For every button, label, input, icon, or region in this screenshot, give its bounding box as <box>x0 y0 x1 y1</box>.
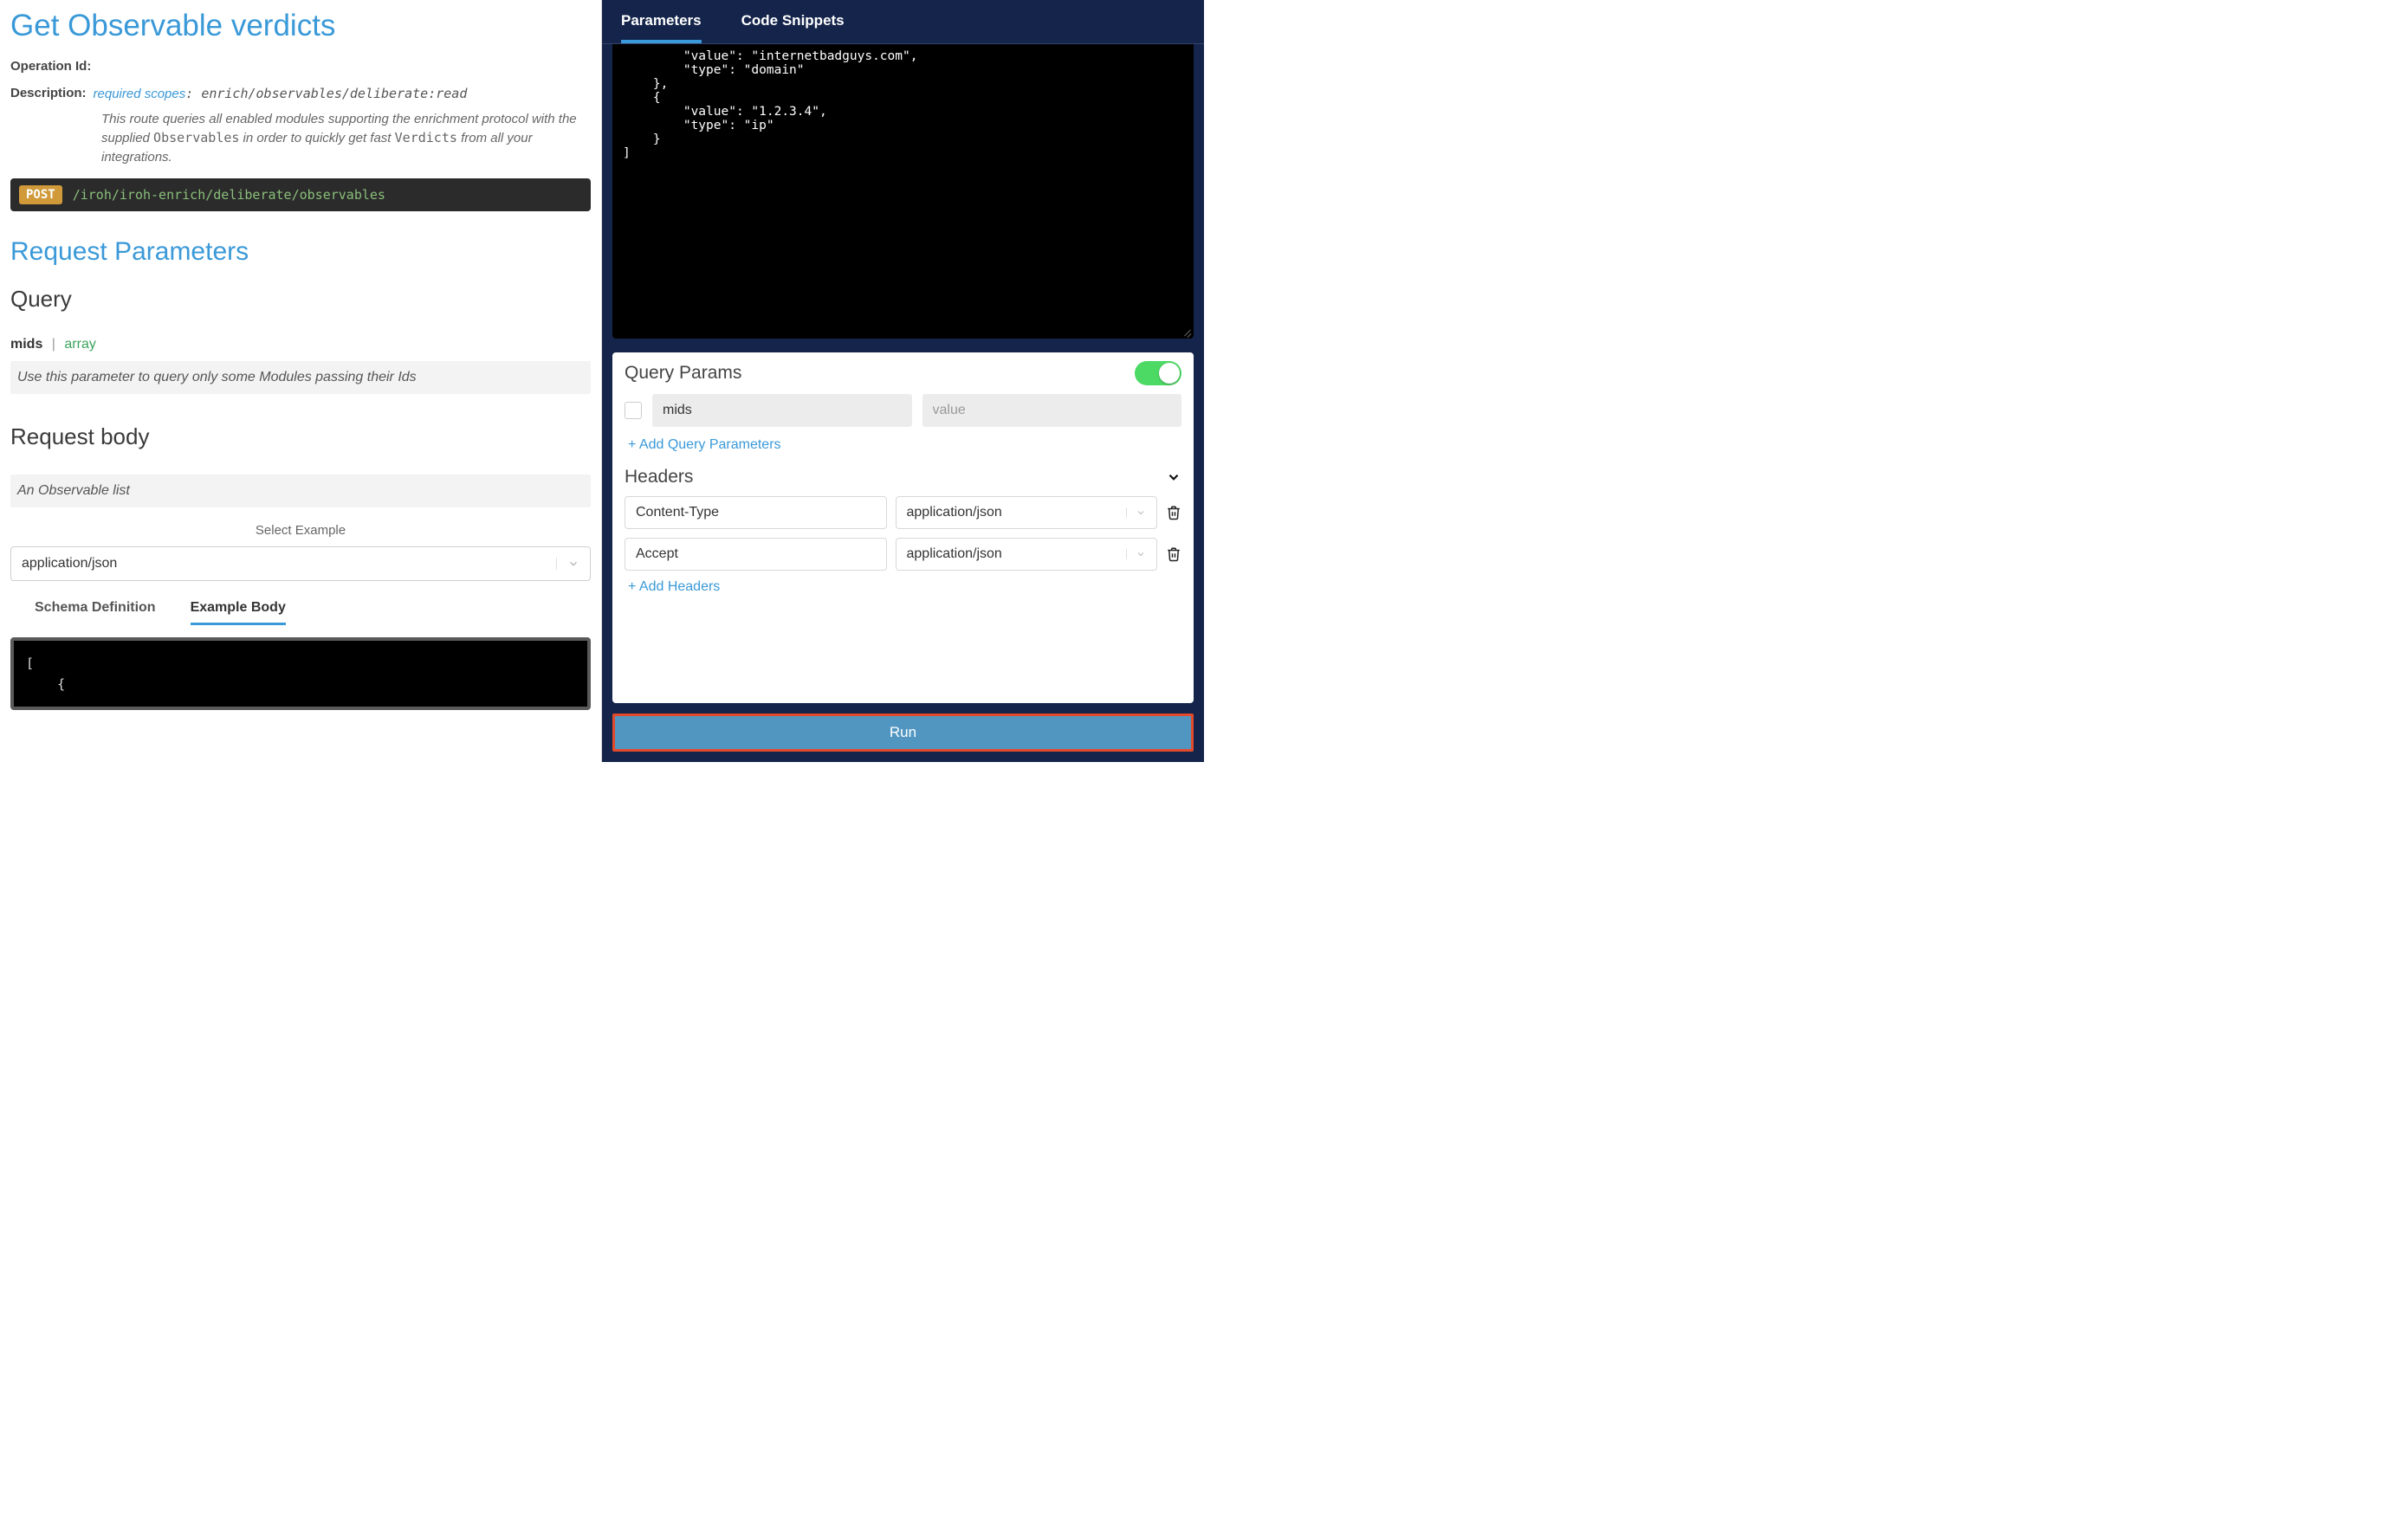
header-name-input[interactable] <box>625 496 887 529</box>
param-type: array <box>64 337 95 352</box>
tab-parameters[interactable]: Parameters <box>621 12 702 43</box>
trash-icon[interactable] <box>1166 546 1181 562</box>
header-name-input[interactable] <box>625 538 887 571</box>
query-param-value-input[interactable] <box>922 394 1182 427</box>
description-label: Description: <box>10 86 87 101</box>
scopes-prefix: required scopes <box>94 87 186 101</box>
page-title: Get Observable verdicts <box>10 9 591 43</box>
scopes-value: enrich/observables/deliberate:read <box>201 86 467 101</box>
tab-code-snippets[interactable]: Code Snippets <box>741 12 845 43</box>
param-line: mids | array <box>10 337 591 352</box>
query-param-checkbox[interactable] <box>625 402 642 419</box>
endpoint-bar: POST /iroh/iroh-enrich/deliberate/observ… <box>10 178 591 211</box>
body-tabs: Schema Definition Example Body <box>10 600 591 625</box>
param-name: mids <box>10 337 42 352</box>
run-button[interactable]: Run <box>612 714 1194 752</box>
right-tabs: Parameters Code Snippets <box>602 0 1204 44</box>
doc-pane: Get Observable verdicts Operation Id: De… <box>0 0 602 762</box>
header-value-select[interactable]: application/json <box>896 496 1158 529</box>
header-value-select[interactable]: application/json <box>896 538 1158 571</box>
request-parameters-heading: Request Parameters <box>10 237 591 267</box>
chevron-down-icon[interactable] <box>1166 469 1181 485</box>
operation-id-label: Operation Id: <box>10 59 591 74</box>
chevron-down-icon <box>1126 507 1146 518</box>
query-params-heading: Query Params <box>625 363 741 384</box>
headers-heading: Headers <box>625 467 693 488</box>
add-header-link[interactable]: + Add Headers <box>628 579 1181 595</box>
try-it-pane: Parameters Code Snippets "value": "inter… <box>602 0 1204 762</box>
request-body-heading: Request body <box>10 423 591 450</box>
header-row: application/json <box>625 538 1181 571</box>
example-body-code: [ { <box>10 637 591 710</box>
endpoint-path: /iroh/iroh-enrich/deliberate/observables <box>73 187 385 203</box>
query-param-name-input[interactable] <box>652 394 912 427</box>
chevron-down-icon <box>556 558 579 570</box>
header-row: application/json <box>625 496 1181 529</box>
trash-icon[interactable] <box>1166 505 1181 520</box>
params-panel: Query Params + Add Query Parameters Head… <box>612 352 1194 703</box>
chevron-down-icon <box>1126 549 1146 559</box>
header-value: application/json <box>907 505 1002 520</box>
body-editor[interactable]: "value": "internetbadguys.com", "type": … <box>612 44 1194 339</box>
tab-example-body[interactable]: Example Body <box>191 600 286 625</box>
query-param-row <box>625 394 1181 427</box>
add-query-param-link[interactable]: + Add Query Parameters <box>628 437 1181 453</box>
param-desc: Use this parameter to query only some Mo… <box>10 361 591 394</box>
header-value: application/json <box>907 546 1002 562</box>
query-params-toggle[interactable] <box>1135 361 1181 385</box>
http-method-badge: POST <box>19 185 62 204</box>
tab-schema-definition[interactable]: Schema Definition <box>35 600 156 625</box>
body-desc: An Observable list <box>10 475 591 507</box>
description-text: This route queries all enabled modules s… <box>101 110 591 166</box>
example-select-value: application/json <box>22 556 117 572</box>
resize-handle-icon[interactable] <box>1181 326 1192 337</box>
body-editor-content: "value": "internetbadguys.com", "type": … <box>623 49 917 160</box>
example-select[interactable]: application/json <box>10 546 591 581</box>
select-example-label: Select Example <box>10 523 591 538</box>
query-heading: Query <box>10 286 591 313</box>
